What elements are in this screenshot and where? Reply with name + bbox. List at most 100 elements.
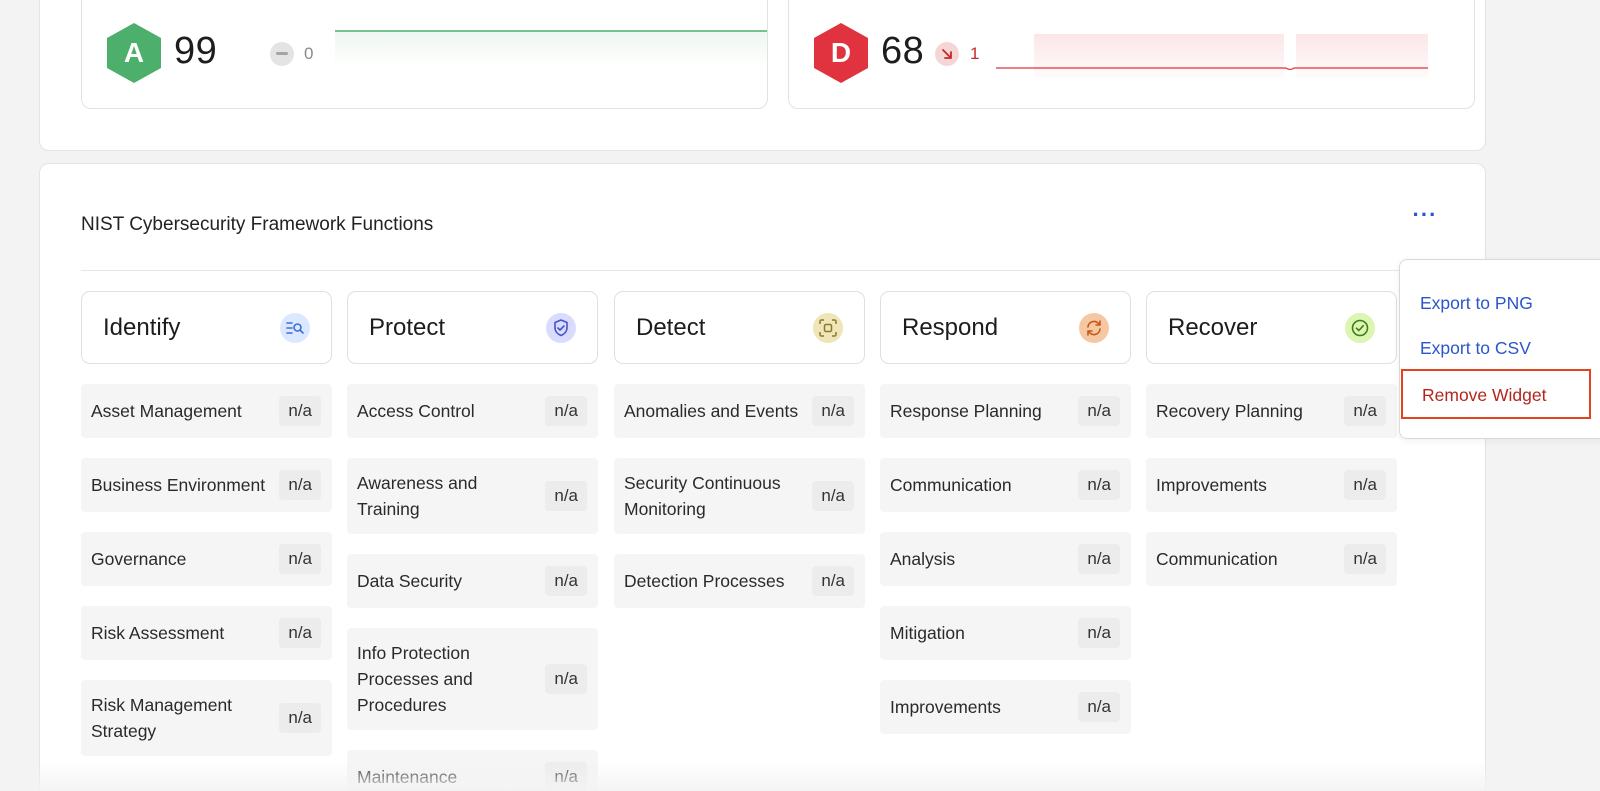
score-value: 99	[174, 30, 218, 72]
category-score: n/a	[1344, 470, 1386, 500]
score-value: 68	[881, 30, 925, 72]
category-row[interactable]: Risk Management Strategy n/a	[81, 680, 332, 756]
category-label: Communication	[1156, 549, 1278, 569]
category-label: Governance	[91, 549, 187, 569]
category-row[interactable]: Security Continuous Monitoring n/a	[614, 458, 865, 534]
grade-badge: D	[814, 23, 868, 83]
widget-options-menu: Export to PNG Export to CSV Remove Widge…	[1399, 259, 1600, 439]
category-row[interactable]: Communication n/a	[1146, 532, 1397, 586]
score-delta: 1	[970, 44, 980, 63]
category-label: Risk Management Strategy	[91, 695, 233, 741]
score-panel: A 99 0 D 68 1	[39, 0, 1486, 151]
category-score: n/a	[279, 703, 321, 733]
export-png-menu-item[interactable]: Export to PNG	[1420, 293, 1533, 314]
column-title: Respond	[902, 313, 999, 341]
column-recover: Recover Recovery Planning n/a Improvements n…	[1146, 291, 1397, 606]
category-row[interactable]: Improvements n/a	[880, 680, 1131, 734]
column-title: Protect	[369, 313, 446, 341]
column-header-protect[interactable]: Protect	[347, 291, 598, 364]
category-score: n/a	[545, 481, 587, 511]
column-title: Recover	[1168, 313, 1258, 341]
category-label: Risk Assessment	[91, 623, 225, 643]
category-score: n/a	[279, 470, 321, 500]
category-row[interactable]: Awareness and Training n/a	[347, 458, 598, 534]
arrow-down-right-icon	[935, 42, 959, 66]
score-card-a[interactable]: A 99 0	[81, 0, 768, 109]
category-row[interactable]: Business Environment n/a	[81, 458, 332, 512]
category-score: n/a	[279, 396, 321, 426]
scroll-fade	[0, 760, 1600, 791]
category-score: n/a	[812, 481, 854, 511]
shield-check-icon	[546, 312, 576, 343]
category-row[interactable]: Anomalies and Events n/a	[614, 384, 865, 438]
category-row[interactable]: Risk Assessment n/a	[81, 606, 332, 660]
category-score: n/a	[1078, 396, 1120, 426]
column-title: Identify	[103, 313, 181, 341]
category-score: n/a	[1078, 470, 1120, 500]
category-label: Access Control	[357, 401, 475, 421]
check-circle-icon	[1345, 312, 1375, 343]
neutral-trend-icon	[270, 42, 294, 66]
category-score: n/a	[1078, 618, 1120, 648]
category-row[interactable]: Detection Processes n/a	[614, 554, 865, 608]
widget-title: NIST Cybersecurity Framework Functions	[81, 214, 434, 235]
column-header-respond[interactable]: Respond	[880, 291, 1131, 364]
category-label: Recovery Planning	[1156, 401, 1303, 421]
category-label: Awareness and Training	[357, 473, 478, 519]
category-label: Improvements	[890, 697, 1001, 717]
list-search-icon	[280, 312, 310, 343]
score-delta: 0	[304, 44, 314, 63]
category-row[interactable]: Data Security n/a	[347, 554, 598, 608]
category-score: n/a	[279, 618, 321, 648]
column-header-detect[interactable]: Detect	[614, 291, 865, 364]
category-score: n/a	[1344, 396, 1386, 426]
category-score: n/a	[1078, 544, 1120, 574]
category-row[interactable]: Info Protection Processes and Procedures…	[347, 628, 598, 730]
column-header-recover[interactable]: Recover	[1146, 291, 1397, 364]
nist-widget: NIST Cybersecurity Framework Functions ·…	[39, 163, 1486, 791]
category-label: Business Environment	[91, 475, 266, 495]
column-title: Detect	[636, 313, 706, 341]
category-row[interactable]: Response Planning n/a	[880, 384, 1131, 438]
category-row[interactable]: Governance n/a	[81, 532, 332, 586]
score-sparkline	[335, 30, 767, 68]
category-row[interactable]: Improvements n/a	[1146, 458, 1397, 512]
scan-icon	[813, 312, 843, 343]
score-card-d[interactable]: D 68 1	[788, 0, 1475, 109]
category-row[interactable]: Access Control n/a	[347, 384, 598, 438]
category-label: Communication	[890, 475, 1012, 495]
column-protect: Protect Access Control n/a Awareness and Tr…	[347, 291, 598, 791]
refresh-icon	[1079, 312, 1109, 343]
export-csv-menu-item[interactable]: Export to CSV	[1420, 338, 1531, 359]
category-label: Asset Management	[91, 401, 242, 421]
column-identify: Identify Asset Management n/a Business Envi…	[81, 291, 332, 776]
category-score: n/a	[545, 566, 587, 596]
category-row[interactable]: Asset Management n/a	[81, 384, 332, 438]
category-row[interactable]: Communication n/a	[880, 458, 1131, 512]
category-row[interactable]: Analysis n/a	[880, 532, 1131, 586]
category-label: Detection Processes	[624, 571, 785, 591]
category-label: Response Planning	[890, 401, 1042, 421]
category-score: n/a	[1078, 692, 1120, 722]
category-label: Analysis	[890, 549, 956, 569]
category-score: n/a	[279, 544, 321, 574]
category-score: n/a	[545, 664, 587, 694]
category-label: Info Protection Processes and Procedures	[357, 643, 473, 715]
category-score: n/a	[1344, 544, 1386, 574]
category-label: Data Security	[357, 571, 463, 591]
remove-widget-menu-item[interactable]: Remove Widget	[1401, 369, 1591, 419]
category-score: n/a	[812, 396, 854, 426]
more-options-icon[interactable]: ···	[1410, 204, 1440, 234]
category-row[interactable]: Mitigation n/a	[880, 606, 1131, 660]
category-score: n/a	[812, 566, 854, 596]
category-row[interactable]: Recovery Planning n/a	[1146, 384, 1397, 438]
column-header-identify[interactable]: Identify	[81, 291, 332, 364]
column-detect: Detect Anomalies and Events n/a Security Co…	[614, 291, 865, 628]
grade-badge: A	[107, 23, 161, 83]
column-respond: Respond Response Planning n/a Communication…	[880, 291, 1131, 754]
category-label: Improvements	[1156, 475, 1267, 495]
category-label: Mitigation	[890, 623, 965, 643]
category-label: Anomalies and Events	[624, 401, 799, 421]
score-sparkline	[996, 34, 1428, 78]
category-score: n/a	[545, 396, 587, 426]
